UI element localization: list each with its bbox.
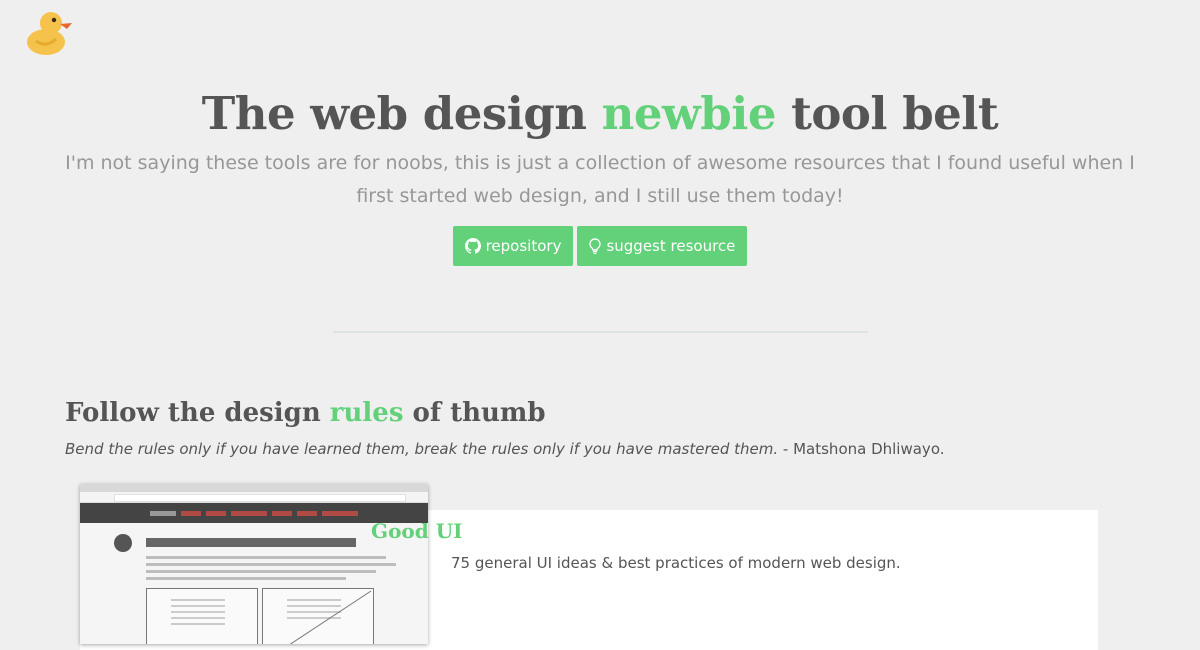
suggest-resource-label: suggest resource [606, 237, 736, 255]
site-logo [150, 510, 176, 516]
text-line [146, 577, 346, 580]
text-line [146, 570, 376, 573]
section-title: Follow the design rules of thumb [65, 394, 546, 432]
quote-author: - Matshona Dhliwayo. [782, 440, 945, 458]
nav-item [272, 510, 292, 516]
lightbulb-icon [589, 238, 602, 254]
nav-item [206, 510, 226, 516]
suggest-resource-button[interactable]: suggest resource [577, 226, 748, 266]
title-part: tool belt [775, 87, 999, 140]
nav-item [181, 510, 201, 516]
page-subtitle: I'm not saying these tools are for noobs… [65, 152, 1135, 207]
nav-item [231, 510, 267, 516]
resource-title[interactable]: Good UI [371, 516, 463, 546]
section-title-accent: rules [329, 398, 404, 428]
browser-addressbar [80, 492, 428, 503]
section-quote: Bend the rules only if you have learned … [65, 438, 945, 460]
repository-button[interactable]: repository [452, 226, 574, 266]
hero-buttons: repository suggest resource [0, 226, 1200, 266]
duck-logo[interactable] [26, 6, 76, 56]
github-icon [464, 238, 481, 254]
strike-line [289, 590, 372, 644]
nav-item [322, 510, 358, 516]
quote-text: Bend the rules only if you have learned … [65, 440, 779, 458]
section-title-part: Follow the design [65, 398, 330, 428]
section-divider [333, 331, 868, 333]
duck-icon [27, 12, 72, 55]
idea-heading [146, 538, 356, 547]
nav-item [297, 510, 317, 516]
page-title: The web design newbie tool belt [0, 86, 1200, 142]
wireframe-panel [146, 588, 258, 644]
browser-tabbar [80, 484, 428, 492]
text-line [146, 563, 396, 566]
repository-label: repository [485, 237, 562, 255]
address-field [114, 494, 406, 502]
idea-number-badge [114, 534, 132, 552]
resource-description: 75 general UI ideas & best practices of … [451, 554, 901, 572]
section-title-part: of thumb [403, 398, 546, 428]
resource-screenshot[interactable] [80, 484, 428, 644]
title-part: The web design [201, 87, 602, 140]
title-accent: newbie [601, 87, 777, 140]
wireframe-panel [262, 588, 374, 644]
text-line [146, 556, 386, 559]
